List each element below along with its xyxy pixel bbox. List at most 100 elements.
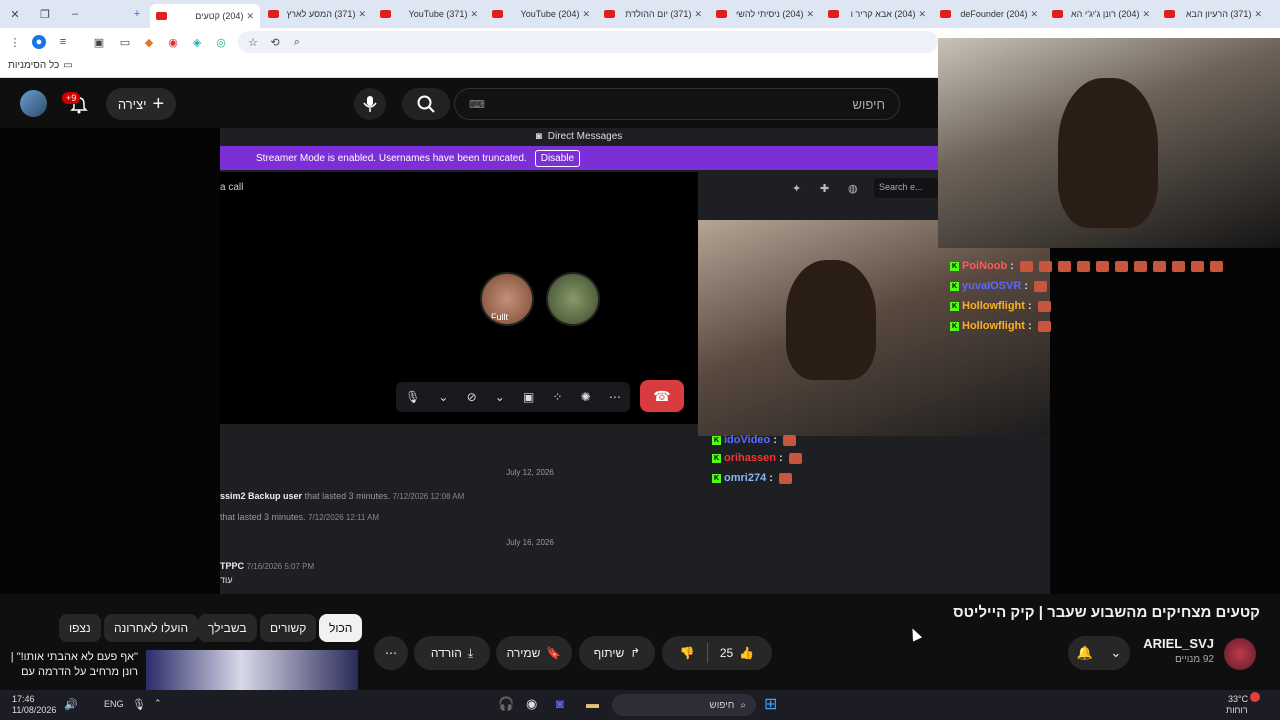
subscribe-bell-button[interactable]: 🔔 ⌄ (1068, 636, 1130, 670)
new-tab-icon[interactable]: + (130, 7, 144, 21)
disable-button[interactable]: Disable (534, 149, 581, 167)
like-button[interactable]: 👍 25 (720, 646, 754, 660)
extensions-icon[interactable]: ▣ (92, 35, 106, 49)
microphone-icon[interactable]: 🎙 (405, 390, 420, 404)
call-avatar[interactable] (546, 272, 600, 326)
extension-icon[interactable]: ◉ (166, 35, 180, 49)
more-icon[interactable]: ⋯ (609, 390, 621, 404)
close-tab-icon[interactable]: ✕ (1254, 9, 1262, 20)
extension-icon[interactable]: ◎ (214, 35, 228, 49)
browser-tab[interactable]: ✕ (204) ניסיתי להשי (710, 4, 820, 24)
profile-icon[interactable]: ◍ (848, 182, 858, 195)
kick-badge-icon: K (950, 321, 959, 331)
message-time: 7/16/2026 5:07 PM (246, 562, 315, 571)
hang-up-button[interactable]: ☎ (640, 380, 684, 412)
more-actions-button[interactable]: ⋯ (374, 636, 408, 670)
camera-off-icon[interactable]: ⊘ (467, 390, 477, 404)
extension-icon[interactable]: ◈ (190, 35, 204, 49)
voice-search-button[interactable] (354, 88, 386, 120)
create-button[interactable]: + יצירה (106, 88, 176, 120)
discord-icon[interactable]: ◙ (556, 696, 564, 711)
minimize-window-icon[interactable]: – (68, 7, 82, 21)
chevron-down-icon[interactable]: ⌄ (438, 390, 448, 404)
browser-tab[interactable]: ✕ (204) רונן ג'יג'י הא (1046, 4, 1156, 24)
channel-name[interactable]: ARIEL_SVJ (1130, 636, 1214, 651)
menu-dots-icon[interactable]: ⋮ (8, 35, 22, 49)
weather-temp: 33°C (1228, 694, 1249, 704)
star-icon[interactable]: ☆ (246, 35, 260, 49)
save-button[interactable]: 🔖 שמירה (496, 636, 572, 670)
zoom-icon[interactable]: ⌕ (290, 35, 304, 49)
related-video-thumbnail[interactable] (146, 650, 358, 690)
chevron-down-icon[interactable]: ⌄ (495, 390, 505, 404)
screen-share-icon[interactable]: ▣ (523, 390, 534, 404)
share-button[interactable]: ↱ שיתוף (579, 636, 655, 670)
browser-tab[interactable]: ✕ (204) YouTube (486, 4, 596, 24)
message-text: עוד (220, 575, 233, 585)
browser-tab[interactable]: ✕ (204) אבא קריר ו (822, 4, 932, 24)
close-tab-icon[interactable]: ✕ (1030, 9, 1038, 20)
search-button[interactable] (402, 88, 450, 120)
kick-chat-overlay: K PoiNoob: KyuvaIOSVR: K Hollowflight: K Ho… (950, 256, 1280, 596)
extension-icon[interactable]: ◆ (142, 35, 156, 49)
bell-icon: 🔔 (1076, 645, 1093, 660)
all-bookmarks[interactable]: ▭ כל הסימניות (8, 60, 73, 71)
taskbar-search[interactable]: חיפוש ⌕ (612, 694, 756, 716)
downloads-icon[interactable]: ≡ (56, 35, 70, 49)
chip-related[interactable]: קשורים (260, 614, 317, 642)
restore-window-icon[interactable]: ❐ (38, 7, 52, 21)
volume-icon[interactable]: 🔊 (64, 698, 78, 711)
download-button[interactable]: ⤓ הורדה (414, 636, 490, 670)
soundboard-icon[interactable]: ✺ (581, 390, 591, 404)
browser-tab[interactable]: ✕ (371) הרעיון הבא (1158, 4, 1268, 24)
chrome-icon[interactable]: ◉ (526, 696, 537, 712)
app-icon[interactable]: 🎧 (498, 696, 514, 712)
tab-label: (371) הרעיון הבא (1185, 9, 1252, 19)
close-tab-icon[interactable]: ✕ (358, 9, 366, 20)
browser-tab[interactable]: ✕ (371) יום ההולדת (598, 4, 708, 24)
cast-icon[interactable]: ▭ (118, 35, 132, 49)
message-text: that lasted 3 minutes. (220, 512, 306, 522)
close-tab-icon[interactable]: ✕ (694, 9, 702, 20)
language-indicator[interactable]: ENG (104, 699, 124, 709)
kick-badge-icon: K (950, 301, 959, 311)
thumbs-down-icon[interactable]: 👎 (680, 646, 695, 660)
close-tab-icon[interactable]: ✕ (246, 11, 254, 22)
close-tab-icon[interactable]: ✕ (582, 9, 590, 20)
browser-tab[interactable]: ✕ (371) YouTube (374, 4, 484, 24)
file-explorer-icon[interactable]: ▬ (586, 696, 599, 711)
close-window-icon[interactable]: ✕ (8, 7, 22, 21)
message-row: ssim2 Backup user that lasted 3 minutes.… (220, 491, 464, 501)
streamer-mode-banner: Streamer Mode is enabled. Usernames have… (220, 146, 938, 170)
browser-tab[interactable]: ✕ (204) deFounder (934, 4, 1044, 24)
microphone-icon[interactable]: 🎙 (132, 698, 146, 711)
plus-icon: + (152, 93, 165, 115)
channel-avatar[interactable] (1224, 638, 1256, 670)
url-field[interactable] (238, 31, 938, 53)
pin-icon[interactable]: ✦ (792, 182, 801, 195)
browser-tab[interactable]: ✕ (371) המסע לארץ (262, 4, 372, 24)
browser-tab[interactable]: ✕ (204) קטעים (150, 4, 260, 28)
search-input[interactable]: חיפוש ⌨ (454, 88, 900, 120)
keyboard-icon[interactable]: ⌨ (469, 98, 485, 111)
notification-count-badge: +9 (62, 92, 81, 104)
discord-search-input[interactable]: Search e... (874, 178, 938, 198)
tray-chevron-icon[interactable]: ⌃ (154, 698, 162, 709)
activities-icon[interactable]: ⁘ (552, 390, 562, 404)
call-avatar[interactable]: Fullt (480, 272, 534, 326)
chip-for-you[interactable]: בשבילך (198, 614, 257, 642)
translate-icon[interactable]: ⟲ (268, 35, 282, 49)
start-icon[interactable]: ⊞ (764, 694, 777, 714)
chip-recently-uploaded[interactable]: הועלו לאחרונה (104, 614, 199, 642)
chip-all[interactable]: הכול (319, 614, 363, 642)
close-tab-icon[interactable]: ✕ (918, 9, 926, 20)
account-avatar[interactable] (20, 90, 47, 117)
related-video-title[interactable]: "אף פעם לא אהבתי אותו!" | רונן מרחיב על … (6, 650, 138, 680)
close-tab-icon[interactable]: ✕ (470, 9, 478, 20)
youtube-icon (380, 10, 391, 18)
add-user-icon[interactable]: ✚ (820, 182, 829, 195)
profile-icon[interactable]: ● (32, 35, 46, 49)
chip-watched[interactable]: נצפו (59, 614, 101, 642)
close-tab-icon[interactable]: ✕ (806, 9, 814, 20)
close-tab-icon[interactable]: ✕ (1142, 9, 1150, 20)
